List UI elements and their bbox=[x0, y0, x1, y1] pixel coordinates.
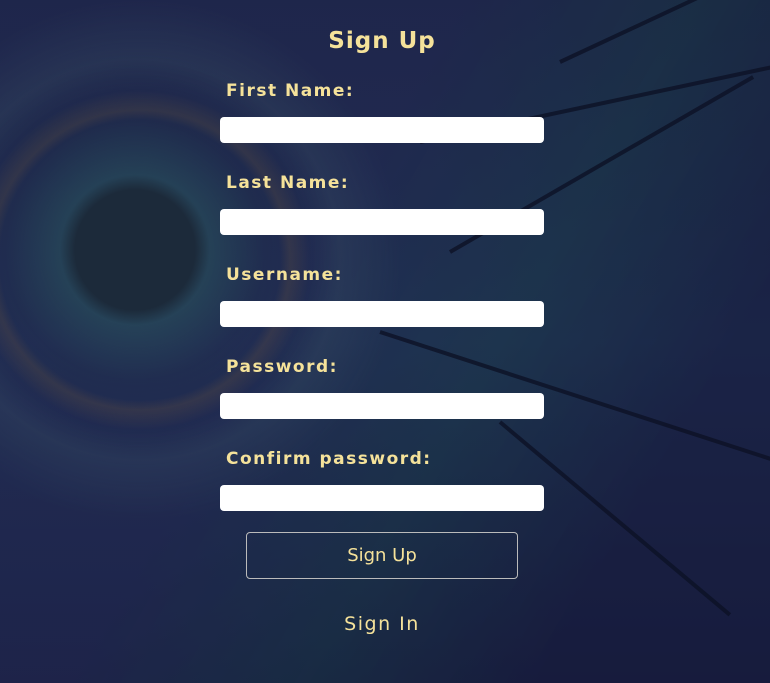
username-label: Username: bbox=[226, 265, 343, 285]
first-name-label: First Name: bbox=[226, 81, 355, 101]
username-input[interactable] bbox=[220, 301, 544, 327]
confirm-password-input[interactable] bbox=[220, 485, 544, 511]
last-name-input[interactable] bbox=[220, 209, 544, 235]
page-title: Sign Up bbox=[328, 28, 436, 54]
confirm-password-label: Confirm password: bbox=[226, 449, 432, 469]
password-input[interactable] bbox=[220, 393, 544, 419]
first-name-input[interactable] bbox=[220, 117, 544, 143]
sign-in-link[interactable]: Sign In bbox=[220, 613, 544, 635]
sign-up-button[interactable]: Sign Up bbox=[246, 532, 518, 579]
password-label: Password: bbox=[226, 357, 338, 377]
last-name-label: Last Name: bbox=[226, 173, 350, 193]
